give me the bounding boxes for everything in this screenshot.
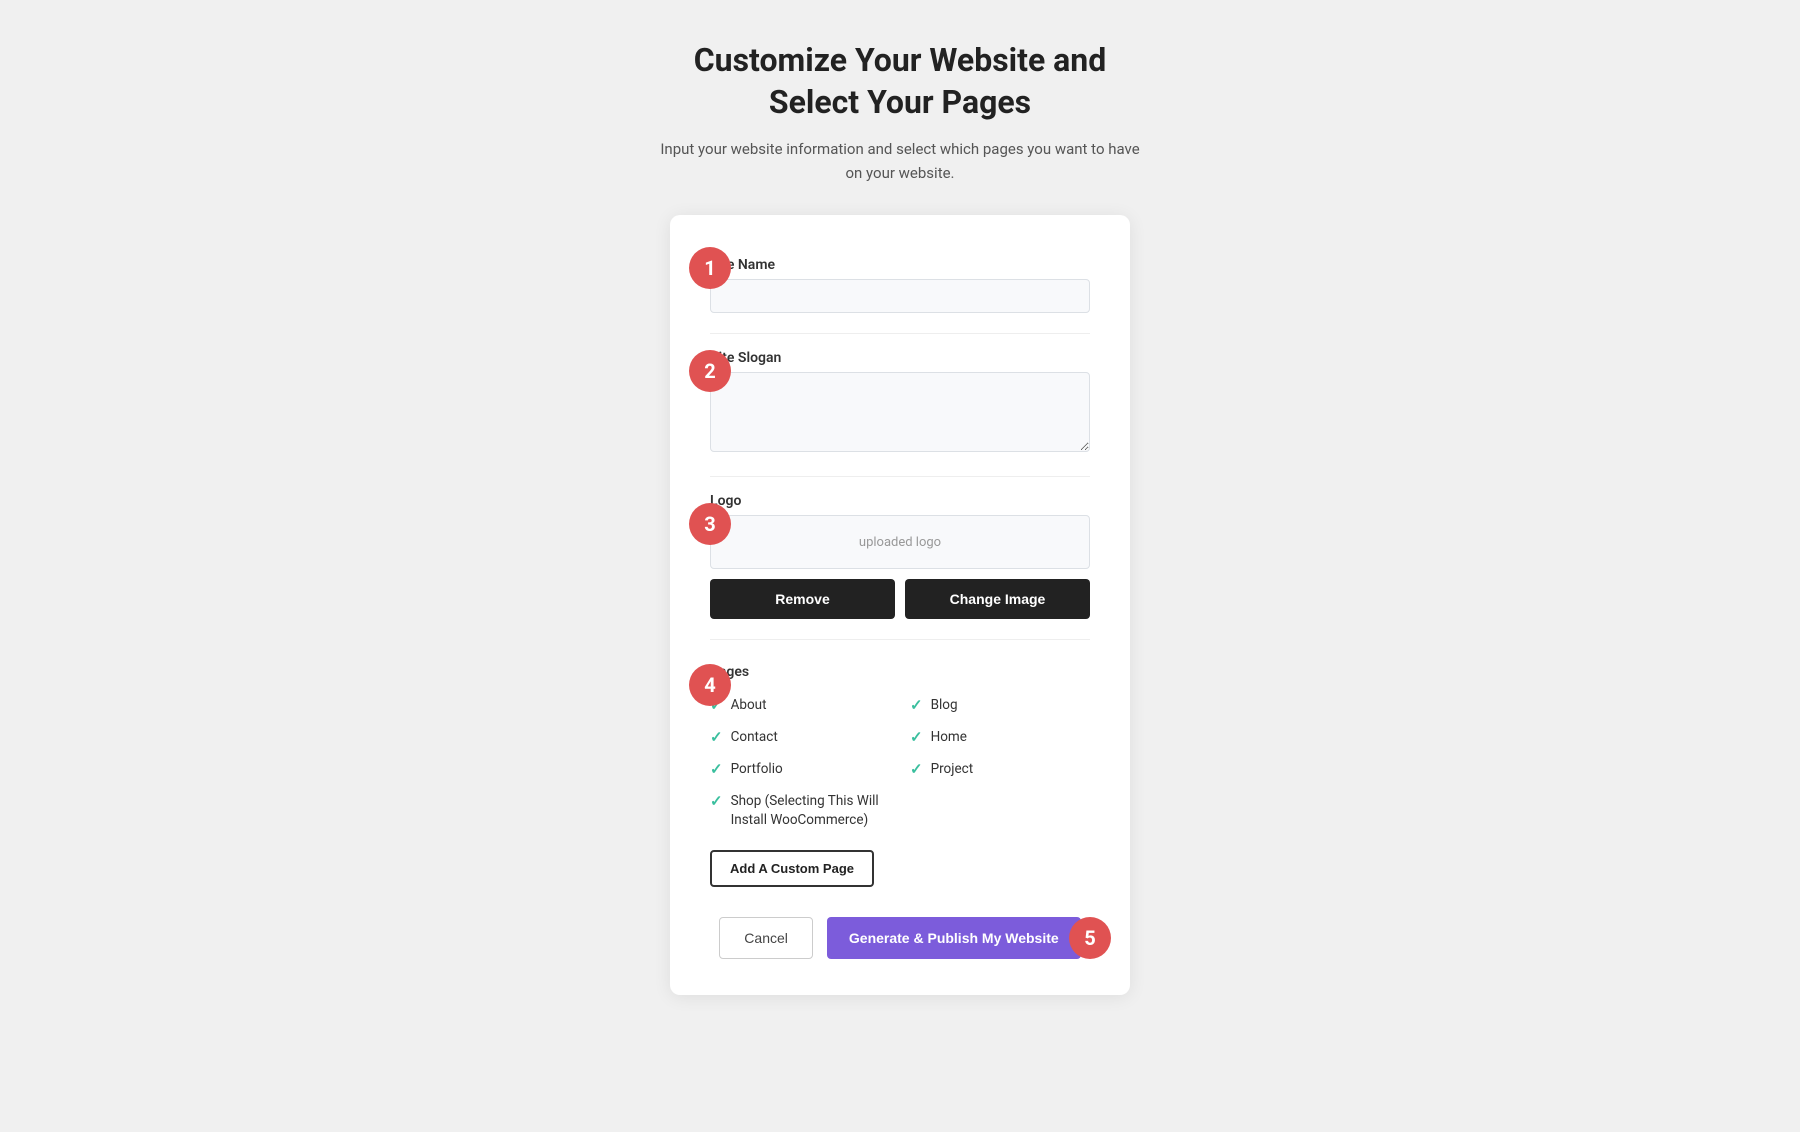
logo-buttons: Remove Change Image <box>710 579 1090 619</box>
site-slogan-input[interactable] <box>710 372 1090 452</box>
step-2-badge: 2 <box>689 350 731 392</box>
logo-group: 3 Logo uploaded logo Remove Change Image <box>710 493 1090 619</box>
check-shop-icon: ✓ <box>710 792 723 810</box>
page-shop-label: Shop (Selecting This Will Install WooCom… <box>731 792 890 830</box>
page-item-contact[interactable]: ✓ Contact <box>710 724 890 750</box>
page-item-blog[interactable]: ✓ Blog <box>910 692 1090 718</box>
step-5-badge: 5 <box>1069 917 1111 959</box>
step-4-badge: 4 <box>689 664 731 706</box>
pages-section: 4 Pages ✓ About ✓ Blog ✓ Contact ✓ Home … <box>710 664 1090 887</box>
form-footer: Cancel Generate & Publish My Website 5 <box>710 917 1090 959</box>
page-about-label: About <box>731 697 767 713</box>
page-header: Customize Your Website and Select Your P… <box>660 40 1140 185</box>
site-slogan-group: 2 Site Slogan <box>710 350 1090 456</box>
logo-preview: uploaded logo <box>710 515 1090 569</box>
page-item-portfolio[interactable]: ✓ Portfolio <box>710 756 890 782</box>
check-home-icon: ✓ <box>910 728 923 746</box>
step-3-badge: 3 <box>689 503 731 545</box>
site-name-label: Site Name <box>710 257 1090 273</box>
page-item-shop[interactable]: ✓ Shop (Selecting This Will Install WooC… <box>710 788 890 834</box>
logo-label: Logo <box>710 493 1090 509</box>
form-card: 1 Site Name 2 Site Slogan 3 Logo uploade… <box>670 215 1130 995</box>
page-contact-label: Contact <box>731 729 778 745</box>
divider-2 <box>710 476 1090 477</box>
generate-publish-button[interactable]: Generate & Publish My Website <box>827 917 1081 959</box>
page-blog-label: Blog <box>931 697 958 713</box>
page-subtitle: Input your website information and selec… <box>660 137 1140 185</box>
page-item-home[interactable]: ✓ Home <box>910 724 1090 750</box>
page-home-label: Home <box>931 729 967 745</box>
change-image-button[interactable]: Change Image <box>905 579 1090 619</box>
step-1-badge: 1 <box>689 247 731 289</box>
pages-label: Pages <box>710 664 1090 680</box>
logo-preview-text: uploaded logo <box>859 535 941 550</box>
check-blog-icon: ✓ <box>910 696 923 714</box>
check-portfolio-icon: ✓ <box>710 760 723 778</box>
pages-grid: ✓ About ✓ Blog ✓ Contact ✓ Home ✓ Portfo… <box>710 692 1090 834</box>
remove-button[interactable]: Remove <box>710 579 895 619</box>
add-custom-page-button[interactable]: Add A Custom Page <box>710 850 874 887</box>
page-item-project[interactable]: ✓ Project <box>910 756 1090 782</box>
site-name-group: 1 Site Name <box>710 251 1090 313</box>
page-project-label: Project <box>931 761 974 777</box>
check-project-icon: ✓ <box>910 760 923 778</box>
page-item-about[interactable]: ✓ About <box>710 692 890 718</box>
divider-3 <box>710 639 1090 640</box>
site-slogan-label: Site Slogan <box>710 350 1090 366</box>
check-contact-icon: ✓ <box>710 728 723 746</box>
site-name-input[interactable] <box>710 279 1090 313</box>
page-title: Customize Your Website and Select Your P… <box>660 40 1140 123</box>
cancel-button[interactable]: Cancel <box>719 917 813 959</box>
divider-1 <box>710 333 1090 334</box>
page-portfolio-label: Portfolio <box>731 761 783 777</box>
